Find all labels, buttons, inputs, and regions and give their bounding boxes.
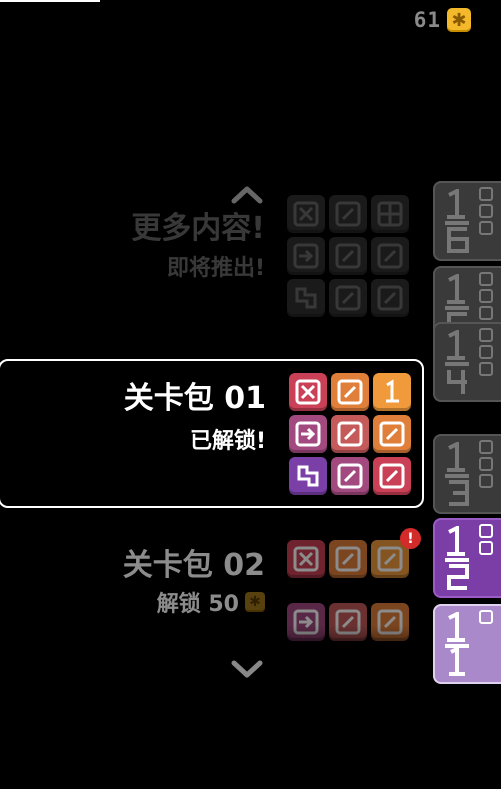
world-2-digits: [445, 526, 469, 590]
x-tile-icon: [287, 195, 325, 233]
world-tab-4[interactable]: [433, 322, 501, 402]
gear-coin-icon: ✱: [447, 8, 471, 32]
top-divider: [0, 0, 100, 2]
slash-tile-icon: [329, 237, 367, 275]
world-4-digits: [445, 330, 469, 394]
mini-split-icon: [479, 474, 493, 488]
one-tile-icon: [373, 373, 411, 411]
x-tile-icon: [287, 540, 325, 578]
corner-tile-icon: [289, 457, 327, 495]
mini-x-icon: [479, 610, 493, 624]
pack-title: 关卡包 02: [122, 548, 265, 583]
world-tab-3[interactable]: [433, 434, 501, 514]
slash-tile-icon: [371, 279, 409, 317]
pack-02-card[interactable]: 关卡包 02 解锁 50 ✱: [0, 540, 421, 685]
arrow-tile-icon: [287, 237, 325, 275]
currency-amount: 61: [413, 8, 441, 32]
slash-tile-icon: [373, 457, 411, 495]
pack-preview-grid: [289, 373, 411, 495]
pack-coming-soon: 更多内容! 即将推出!: [0, 195, 421, 317]
gear-coin-icon: ✱: [245, 592, 265, 612]
arrow-tile-icon: [289, 415, 327, 453]
mini-x-icon: [479, 187, 493, 201]
new-alert-badge: !: [400, 528, 421, 549]
mini-arrow-icon: [479, 345, 493, 359]
split-tile-icon: [371, 195, 409, 233]
slash-tile-icon: [373, 415, 411, 453]
mini-arrow-icon: [479, 204, 493, 218]
slash-tile-icon: [331, 457, 369, 495]
unlock-cost-label: 解锁 50: [156, 592, 239, 617]
mini-x-icon: [479, 328, 493, 342]
mini-arrow-icon: [479, 541, 493, 555]
world-3-digits: [445, 442, 469, 506]
slash-tile-icon: [331, 373, 369, 411]
chevron-down-icon[interactable]: [230, 660, 264, 680]
pack-subtitle: 即将推出!: [166, 256, 265, 281]
pack-title: 关卡包 01: [123, 381, 266, 416]
world-tab-6[interactable]: [433, 181, 501, 261]
world-1-digits: [445, 612, 469, 676]
world-tab-2[interactable]: [433, 518, 501, 598]
pack-title: 更多内容!: [131, 211, 265, 246]
corner-tile-icon: [287, 279, 325, 317]
slash-tile-icon: [331, 415, 369, 453]
world-6-digits: [445, 189, 469, 253]
mini-x-icon: [479, 440, 493, 454]
slash-tile-icon: [329, 279, 367, 317]
mini-split-icon: [479, 306, 493, 320]
pack-01-card[interactable]: 关卡包 01 已解锁!: [0, 359, 424, 508]
pack-subtitle: 解锁 50 ✱: [157, 586, 265, 618]
x-tile-icon: [289, 373, 327, 411]
reflection-fade: [287, 625, 411, 685]
pack-subtitle: 已解锁!: [189, 429, 266, 454]
currency-display: 61 ✱: [414, 8, 471, 32]
slash-tile-icon: [371, 237, 409, 275]
mini-split-icon: [479, 221, 493, 235]
mini-arrow-icon: [479, 289, 493, 303]
world-tab-1[interactable]: [433, 604, 501, 684]
slash-tile-icon: [329, 540, 367, 578]
mini-x-icon: [479, 272, 493, 286]
mini-split-icon: [479, 362, 493, 376]
mini-arrow-icon: [479, 457, 493, 471]
mini-x-icon: [479, 524, 493, 538]
pack-preview-grid: [287, 195, 409, 317]
slash-tile-icon: [329, 195, 367, 233]
